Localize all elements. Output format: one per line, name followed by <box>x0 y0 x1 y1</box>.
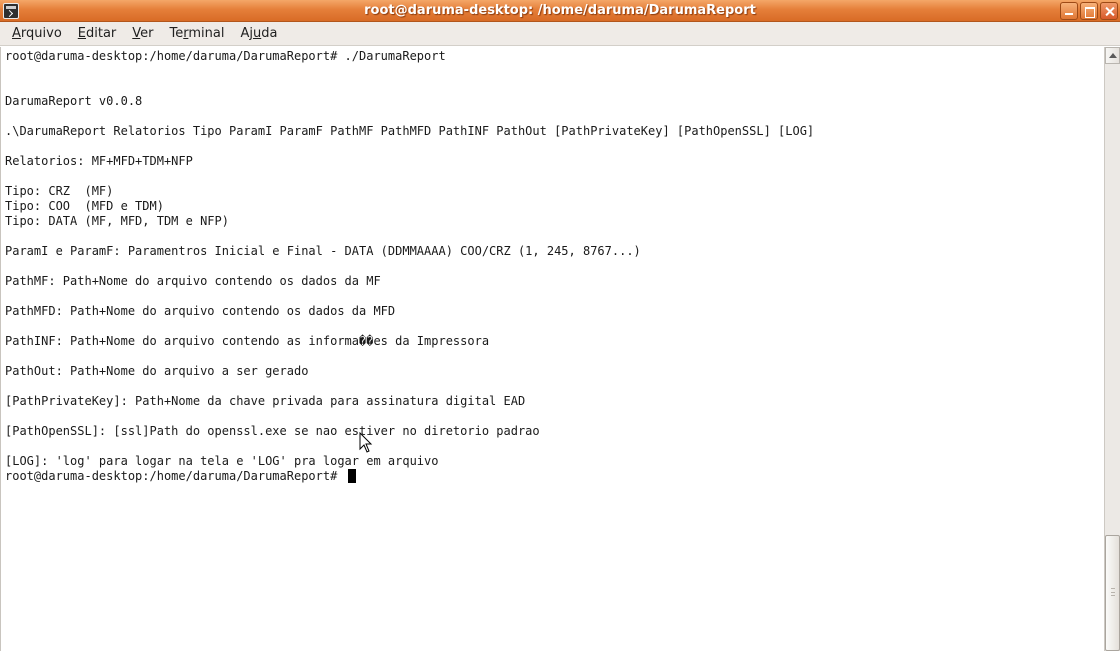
maximize-button[interactable] <box>1080 2 1098 20</box>
terminal-window: root@daruma-desktop: /home/daruma/Daruma… <box>0 0 1120 651</box>
title-bar[interactable]: root@daruma-desktop: /home/daruma/Daruma… <box>0 0 1120 22</box>
menu-arquivo[interactable]: Arquivo <box>12 26 62 41</box>
menu-terminal[interactable]: Terminal <box>170 26 225 41</box>
terminal-line: [PathOpenSSL]: [ssl]Path do openssl.exe … <box>5 424 540 438</box>
terminal-line: Tipo: COO (MFD e TDM) <box>5 199 164 213</box>
menu-ver[interactable]: Ver <box>132 26 153 41</box>
terminal-line: PathINF: Path+Nome do arquivo contendo a… <box>5 334 490 348</box>
window-controls <box>1060 2 1118 20</box>
scroll-up-arrow-icon[interactable] <box>1105 47 1120 64</box>
terminal-line: PathOut: Path+Nome do arquivo a ser gera… <box>5 364 309 378</box>
mouse-pointer-icon <box>359 432 373 453</box>
terminal-line: Relatorios: MF+MFD+TDM+NFP <box>5 154 193 168</box>
terminal-line: [LOG]: 'log' para logar na tela e 'LOG' … <box>5 454 439 468</box>
terminal-line: ParamI e ParamF: Paramentros Inicial e F… <box>5 244 641 258</box>
terminal-line: DarumaReport v0.0.8 <box>5 94 143 108</box>
scrollbar-thumb[interactable] <box>1105 535 1120 651</box>
menu-bar: Arquivo Editar Ver Terminal Ajuda <box>0 22 1120 46</box>
terminal-output[interactable]: root@daruma-desktop:/home/daruma/DarumaR… <box>0 47 1104 651</box>
menu-editar[interactable]: Editar <box>78 26 117 41</box>
terminal-line: root@daruma-desktop:/home/daruma/DarumaR… <box>5 49 446 63</box>
window-title: root@daruma-desktop: /home/daruma/Daruma… <box>364 3 756 18</box>
scrollbar-grip <box>1111 588 1115 596</box>
shell-prompt: root@daruma-desktop:/home/daruma/DarumaR… <box>5 469 345 483</box>
terminal-line: Tipo: CRZ (MF) <box>5 184 114 198</box>
close-button[interactable] <box>1100 2 1118 20</box>
terminal-line: PathMF: Path+Nome do arquivo contendo os… <box>5 274 381 288</box>
minimize-button[interactable] <box>1060 2 1078 20</box>
text-cursor <box>347 469 356 483</box>
terminal-line: .\DarumaReport Relatorios Tipo ParamI Pa… <box>5 124 815 138</box>
terminal-prompt-line[interactable]: root@daruma-desktop:/home/daruma/DarumaR… <box>5 469 1104 484</box>
terminal-line: [PathPrivateKey]: Path+Nome da chave pri… <box>5 394 526 408</box>
terminal-line: PathMFD: Path+Nome do arquivo contendo o… <box>5 304 396 318</box>
menu-ajuda[interactable]: Ajuda <box>240 26 277 41</box>
terminal-line: Tipo: DATA (MF, MFD, TDM e NFP) <box>5 214 229 228</box>
vertical-scrollbar[interactable] <box>1104 47 1120 651</box>
